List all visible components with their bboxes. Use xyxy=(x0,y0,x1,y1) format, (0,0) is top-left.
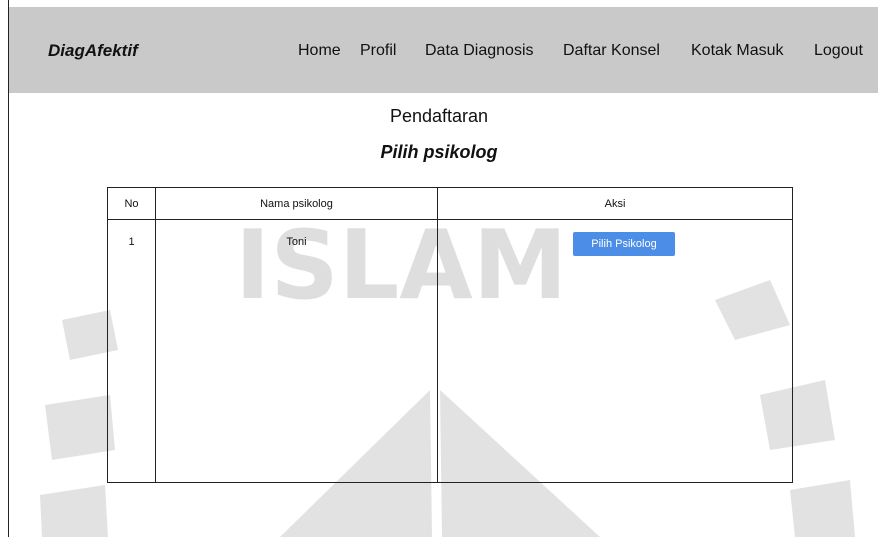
table-row-psychologist-name: Toni xyxy=(286,236,307,248)
column-divider-2 xyxy=(437,188,438,482)
page-subtitle: Pilih psikolog xyxy=(380,142,498,162)
brand-logo[interactable]: DiagAfektif xyxy=(48,41,138,61)
column-divider-1 xyxy=(155,188,156,482)
pilih-psikolog-button[interactable]: Pilih Psikolog xyxy=(573,232,675,256)
column-header-nama-psikolog: Nama psikolog xyxy=(260,198,333,210)
nav-kotak-masuk[interactable]: Kotak Masuk xyxy=(691,42,783,60)
nav-profil[interactable]: Profil xyxy=(360,42,396,60)
table-row-number: 1 xyxy=(128,236,135,248)
page-title: Pendaftaran xyxy=(389,106,489,126)
table-header-divider xyxy=(108,219,792,220)
column-header-aksi: Aksi xyxy=(604,198,626,210)
nav-home[interactable]: Home xyxy=(298,42,341,60)
psychologist-table: No Nama psikolog Aksi 1 Toni Pilih Psiko… xyxy=(107,187,793,483)
column-header-no: No xyxy=(124,198,139,210)
nav-logout[interactable]: Logout xyxy=(814,42,863,60)
nav-daftar-konsel[interactable]: Daftar Konsel xyxy=(563,42,660,60)
page-left-border xyxy=(8,0,9,537)
nav-data-diagnosis[interactable]: Data Diagnosis xyxy=(425,42,534,60)
top-navbar: DiagAfektif Home Profil Data Diagnosis D… xyxy=(9,7,878,93)
